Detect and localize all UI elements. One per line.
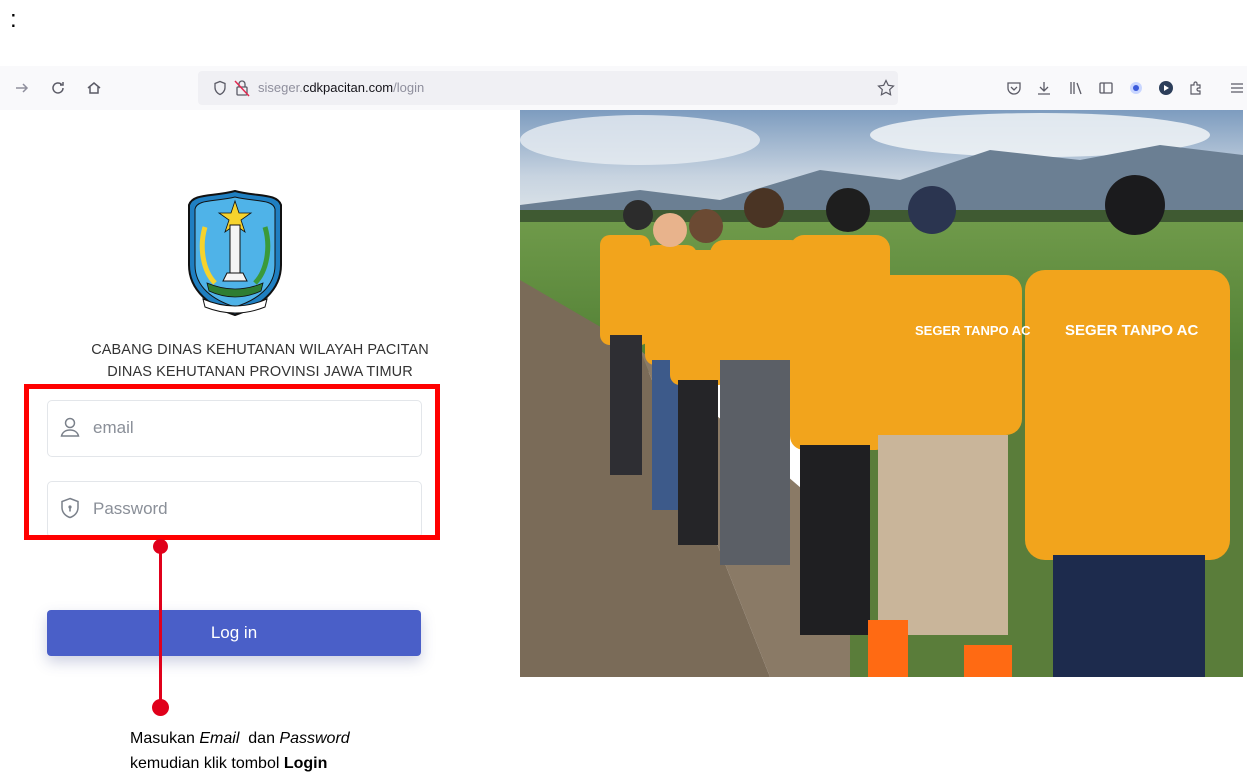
menu-icon[interactable] xyxy=(1226,74,1247,102)
url-text[interactable]: siseger.cdkpacitan.com/login xyxy=(258,80,424,95)
extension-dark-icon[interactable] xyxy=(1152,74,1180,102)
reload-icon[interactable] xyxy=(44,74,72,102)
shirt-text-front: SEGER TANPO AC xyxy=(915,323,1031,338)
connection-lock-icon[interactable] xyxy=(228,74,256,102)
extensions-puzzle-icon[interactable] xyxy=(1182,74,1210,102)
downloads-icon[interactable] xyxy=(1030,74,1058,102)
annotation-highlight-box xyxy=(24,384,440,540)
shirt-text-right: SEGER TANPO AC xyxy=(1065,322,1199,339)
annotation-note: Masukan Email dan Password kemudian klik… xyxy=(130,730,350,772)
bookmark-star-icon[interactable] xyxy=(872,74,900,102)
field-team-photo: SEGER TANPO AC SEGER TANPO AC xyxy=(520,110,1243,677)
library-icon[interactable] xyxy=(1062,74,1090,102)
org-name-line1: CABANG DINAS KEHUTANAN WILAYAH PACITAN xyxy=(91,342,429,358)
sidebar-icon[interactable] xyxy=(1092,74,1120,102)
jawa-timur-emblem-logo xyxy=(188,189,282,317)
org-name-line2: DINAS KEHUTANAN PROVINSI JAWA TIMUR xyxy=(107,364,413,380)
extension-blue-icon[interactable] xyxy=(1122,74,1150,102)
page-marker: : xyxy=(10,6,17,33)
annotation-dot-bottom xyxy=(152,699,169,716)
pocket-icon[interactable] xyxy=(1000,74,1028,102)
login-button[interactable]: Log in xyxy=(47,610,421,656)
forward-icon[interactable] xyxy=(8,74,36,102)
annotation-pointer-line xyxy=(159,545,162,709)
home-icon[interactable] xyxy=(80,74,108,102)
